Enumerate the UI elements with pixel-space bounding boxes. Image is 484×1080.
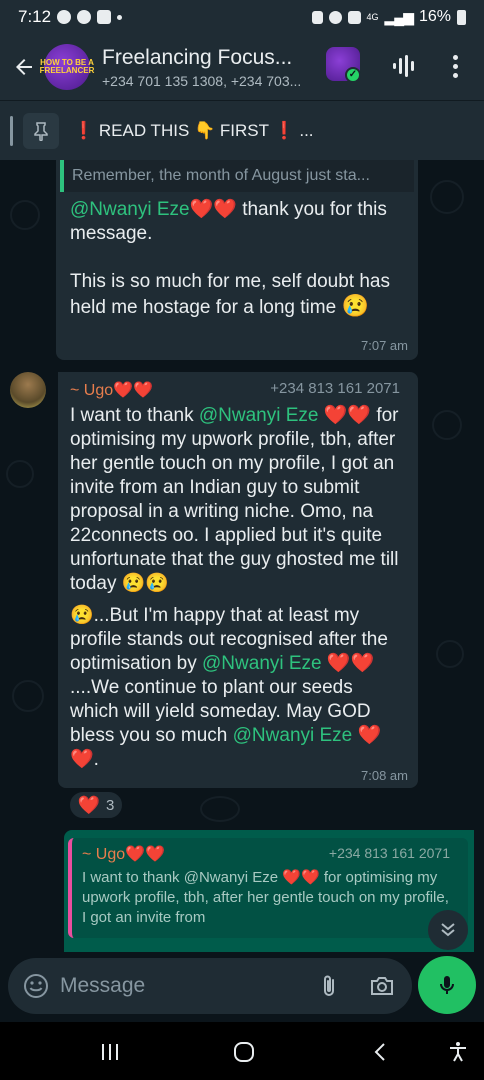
pinned-indicator [10,115,13,146]
signal-icon: ▂▄▆ [384,8,414,25]
scroll-to-bottom-button[interactable] [428,910,468,950]
emoji-icon [24,974,48,998]
quoted-message[interactable]: ~ Ugo❤️❤️ +234 813 161 2071 I want to th… [68,838,468,938]
double-chevron-down-icon [441,923,455,937]
status-time: 7:12 [18,7,52,26]
quoted-message[interactable]: Remember, the month of August just sta..… [60,160,414,192]
reaction-count: 3 [106,796,115,814]
gallery-icon [97,10,112,24]
wallpaper-pattern [430,180,464,214]
composer-bar [0,952,484,1022]
group-avatar[interactable]: HOW TO BE A FREELANCER [40,44,94,90]
chat-area[interactable]: Remember, the month of August just sta..… [0,160,484,960]
message-text: This is so much for me, self doubt has h… [70,270,410,320]
mention-link[interactable]: @Nwanyi Eze [199,405,319,426]
accessibility-icon [450,1042,466,1062]
group-info[interactable]: Freelancing Focus... +234 701 135 1308, … [102,46,324,89]
exclamation-icon: ❗ [73,120,95,140]
chat-header: HOW TO BE A FREELANCER Freelancing Focus… [0,34,484,100]
quoted-phone: +234 813 161 2071 [328,845,450,861]
message-time: 7:07 am [361,338,408,353]
message-time: 7:08 am [361,768,408,783]
audio-wave-icon [393,55,414,77]
paperclip-icon [324,975,334,996]
battery-icon [457,9,466,25]
quoted-text: I want to thank @Nwanyi Eze ❤️❤️ for opt… [82,869,449,926]
check-icon: ✓ [345,67,361,83]
dot-icon [452,63,458,69]
mention-link[interactable]: @Nwanyi Eze [233,725,353,746]
back-button[interactable] [4,47,44,87]
group-members: +234 701 135 1308, +234 703... [102,72,302,89]
system-navigation-bar [0,1022,484,1080]
recent-apps-icon [102,1044,118,1060]
mention-link[interactable]: @Nwanyi Eze [202,653,322,674]
heart-icon: ❤️ [77,794,101,815]
wallpaper-pattern [6,460,34,488]
message-bubble[interactable]: Remember, the month of August just sta..… [56,160,418,360]
voice-chat-button[interactable] [390,52,418,80]
sender-phone: +234 813 161 2071 [270,380,400,397]
network-type: 4G [366,11,379,22]
recent-apps-button[interactable] [96,1038,124,1066]
mute-icon [347,10,361,24]
pinned-message-bar[interactable]: ❗ READ THIS 👇 FIRST ❗ ... [0,100,484,160]
mention-link[interactable]: @Nwanyi Eze [70,199,190,220]
dot-icon [452,72,458,78]
sender-name[interactable]: ~ Ugo❤️❤️ [70,380,153,400]
status-bar: 7:12 4G ▂▄▆ 16% [0,0,484,34]
back-nav-button[interactable] [366,1038,394,1066]
wallpaper-pattern [432,410,462,440]
quoted-text: Remember, the month of August just sta..… [72,167,370,184]
message-bubble-outgoing[interactable]: ~ Ugo❤️❤️ +234 813 161 2071 I want to th… [64,830,474,960]
message-text-part: ❤️❤️ for optimising my upwork profile, t… [70,405,399,594]
message-text: @Nwanyi Eze❤️❤️ thank you for this messa… [70,198,410,246]
alarm-icon [328,10,342,24]
chevron-left-icon [374,1043,385,1061]
message-input[interactable] [60,968,310,1004]
home-button[interactable] [230,1038,258,1066]
message-bubble[interactable]: ~ Ugo❤️❤️ +234 813 161 2071 I want to th… [58,372,418,788]
quoted-sender: ~ Ugo❤️❤️ [82,846,165,863]
notification-dot-icon [117,14,123,20]
crying-emoji: 😢 [341,293,369,318]
snapchat-icon [57,10,72,24]
arrow-left-icon [16,59,32,75]
camera-icon [371,977,393,995]
voice-message-button[interactable] [418,956,476,1014]
wallpaper-pattern [10,200,40,230]
battery-level: 16% [418,8,451,25]
wallpaper-pattern [12,680,44,712]
home-icon [234,1042,254,1062]
wallpaper-pattern [436,640,464,668]
message-text-part: I want to thank [70,405,199,426]
pinned-label: READ THIS 👇 FIRST [98,120,269,140]
wallpaper-pattern [200,796,240,822]
heart-emojis: ❤️❤️ [189,199,237,220]
group-avatar-text: HOW TO BE A FREELANCER [39,58,95,75]
snapchat-icon [77,10,92,24]
group-title: Freelancing Focus... [102,45,293,69]
pinned-ellipsis: ... [299,120,314,140]
emoji-button[interactable] [22,972,50,1000]
message-text: 😢...But I'm happy that at least my profi… [70,604,406,772]
pinned-text: ❗ READ THIS 👇 FIRST ❗ ... [73,121,314,141]
sender-avatar[interactable] [10,372,46,408]
message-input-container [8,958,412,1014]
accessibility-button[interactable] [444,1038,472,1066]
lock-icon [311,10,323,24]
dot-icon [452,54,458,60]
exclamation-icon: ❗ [273,120,295,140]
pin-icon [34,121,48,141]
camera-button[interactable] [368,972,396,1000]
microphone-icon [440,976,454,994]
reaction-badge[interactable]: ❤️ 3 [68,790,124,820]
message-text: I want to thank @Nwanyi Eze ❤️❤️ for opt… [70,404,406,596]
attach-button[interactable] [316,972,344,1000]
more-options-button[interactable] [444,50,466,82]
pin-icon-box [23,112,59,149]
